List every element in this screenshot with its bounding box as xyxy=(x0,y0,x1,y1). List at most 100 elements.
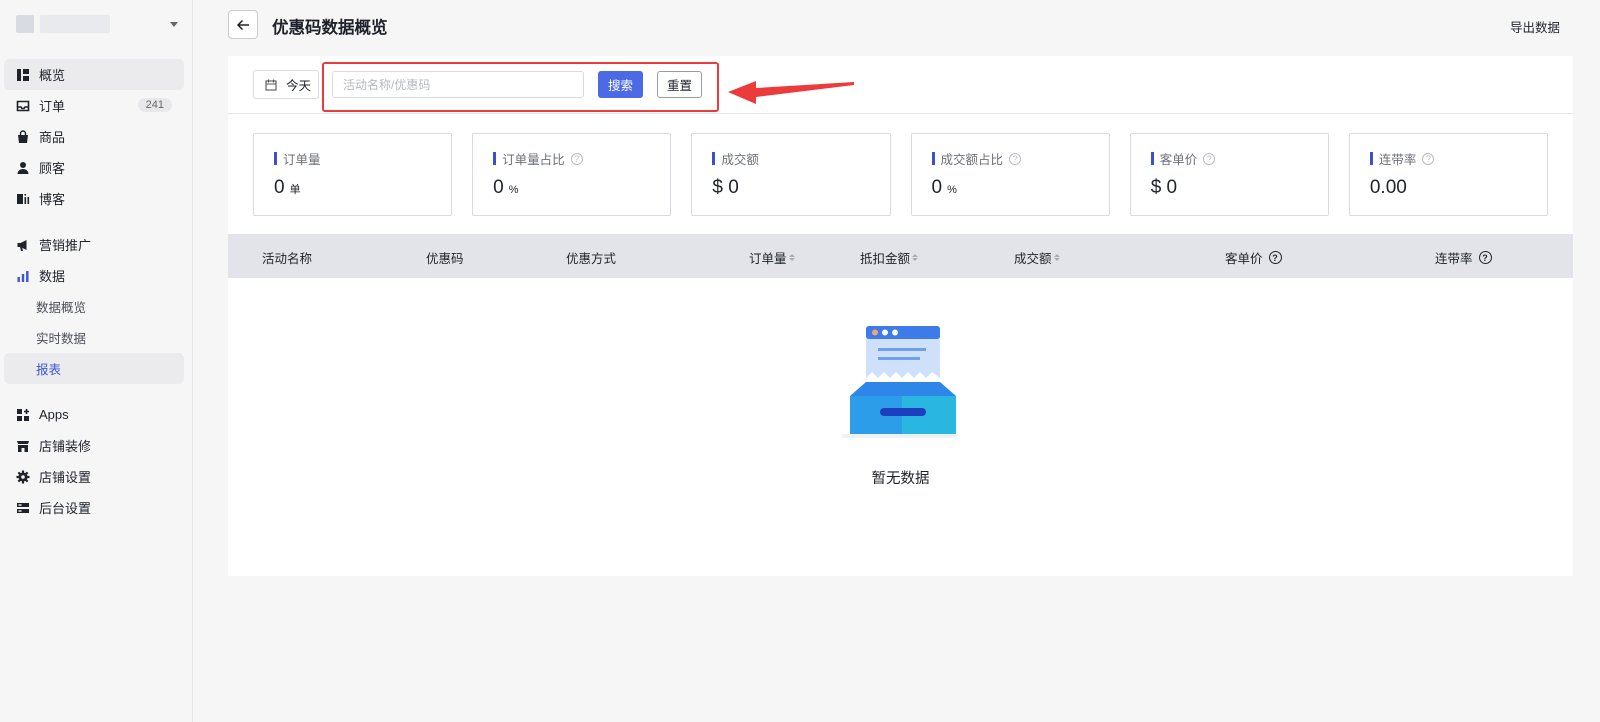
calendar-icon xyxy=(265,79,277,91)
store-name-blurred xyxy=(40,15,110,33)
sidebar-item-store-settings[interactable]: 店铺设置 xyxy=(4,461,184,492)
column-header-label: 成交额 xyxy=(1014,252,1052,266)
empty-box-illustration xyxy=(842,326,958,438)
column-header-label: 客单价 xyxy=(1225,252,1263,266)
stat-label-text: 成交额占比 xyxy=(940,153,1004,167)
stat-value-text: $ 0 xyxy=(712,177,739,198)
stat-accent-bar xyxy=(1369,152,1373,165)
stat-label-text: 订单量 xyxy=(283,153,321,167)
stat-label: 连带率 ? xyxy=(1369,149,1435,168)
sidebar-item-orders[interactable]: 订单 241 xyxy=(4,90,184,121)
sort-icon[interactable] xyxy=(1053,254,1060,261)
column-header-discount-type: 优惠方式 xyxy=(566,248,616,267)
sidebar-item-blog[interactable]: 博客 xyxy=(4,183,184,214)
stat-unit: 单 xyxy=(289,184,301,196)
stat-card-revenue: 成交额 $ 0 xyxy=(691,133,891,216)
bar-chart-icon xyxy=(16,269,30,283)
sidebar-item-label: 概览 xyxy=(39,68,66,83)
back-button[interactable] xyxy=(228,10,258,39)
sidebar-item-label: 营销推广 xyxy=(39,238,92,253)
sidebar-item-label: 订单 xyxy=(39,99,66,114)
stat-label: 客单价 ? xyxy=(1150,149,1216,168)
sort-icon[interactable] xyxy=(912,254,919,261)
stat-label: 订单量 xyxy=(274,149,321,168)
store-icon xyxy=(16,439,30,453)
column-header-label: 活动名称 xyxy=(262,252,313,266)
search-button[interactable]: 搜索 xyxy=(598,71,643,98)
column-header-code: 优惠码 xyxy=(426,248,464,267)
help-icon[interactable]: ? xyxy=(1009,152,1022,165)
stat-unit: % xyxy=(947,184,957,196)
orders-count-badge: 241 xyxy=(137,98,172,112)
stat-card-avg-order-value: 客单价 ? $ 0 xyxy=(1129,133,1329,216)
sidebar-item-store-design[interactable]: 店铺装修 xyxy=(4,430,184,461)
column-header-label: 优惠方式 xyxy=(566,252,617,266)
sort-icon[interactable] xyxy=(788,254,795,261)
sidebar-subitem-label: 实时数据 xyxy=(36,332,87,346)
sidebar-subitem-reports[interactable]: 报表 xyxy=(4,353,184,384)
column-header-campaign: 活动名称 xyxy=(262,248,312,267)
store-switcher[interactable] xyxy=(16,12,178,36)
apps-icon xyxy=(16,408,30,422)
column-header-revenue[interactable]: 成交额 xyxy=(1014,248,1060,267)
stat-value-text: 0 xyxy=(493,177,504,198)
column-header-label: 订单量 xyxy=(749,252,787,266)
help-icon[interactable]: ? xyxy=(1422,152,1435,165)
sidebar-item-label: 店铺设置 xyxy=(39,470,92,485)
sidebar-item-overview[interactable]: 概览 xyxy=(4,59,184,90)
sidebar-item-label: 后台设置 xyxy=(39,501,92,516)
sidebar-item-label: 店铺装修 xyxy=(39,439,92,454)
inbox-icon xyxy=(16,99,30,113)
stats-row: 订单量 0 单 订单量占比 ? 0 % 成交额 $ 0 成交额占比 ? 0 % … xyxy=(253,133,1549,216)
stat-value: 0 单 xyxy=(274,177,301,199)
sidebar-subitem-label: 报表 xyxy=(36,363,62,377)
sidebar-item-customers[interactable]: 顾客 xyxy=(4,152,184,183)
sidebar-item-products[interactable]: 商品 xyxy=(4,121,184,152)
search-input[interactable] xyxy=(332,71,584,98)
bag-icon xyxy=(16,129,30,144)
annotation-arrow-icon xyxy=(728,81,854,104)
column-header-attach-rate: 连带率 ? xyxy=(1435,248,1492,267)
sidebar-item-label: Apps xyxy=(39,407,69,422)
date-picker[interactable]: 今天 xyxy=(253,70,319,99)
sidebar-item-data[interactable]: 数据 xyxy=(4,260,184,291)
reset-button[interactable]: 重置 xyxy=(657,71,702,98)
overview-icon xyxy=(16,68,30,82)
stat-label-text: 连带率 xyxy=(1378,153,1417,167)
export-data-button[interactable]: 导出数据 xyxy=(1510,17,1560,36)
stat-card-revenue-share: 成交额占比 ? 0 % xyxy=(910,133,1110,216)
stat-value: 0.00 xyxy=(1370,177,1412,199)
stat-value-text: 0 xyxy=(274,177,285,198)
date-label: 今天 xyxy=(286,79,312,93)
stat-value-text: $ 0 xyxy=(1150,177,1178,198)
arrow-left-icon xyxy=(236,19,249,30)
page-title: 优惠码数据概览 xyxy=(272,19,388,37)
sidebar-item-admin-settings[interactable]: 后台设置 xyxy=(4,492,184,523)
help-icon[interactable]: ? xyxy=(1478,251,1492,264)
filter-bar: 今天 搜索 重置 xyxy=(228,56,1573,114)
stat-card-order-share: 订单量占比 ? 0 % xyxy=(472,133,672,216)
stat-label: 订单量占比 ? xyxy=(493,149,583,168)
sidebar-item-apps[interactable]: Apps xyxy=(4,399,184,430)
stat-label-text: 客单价 xyxy=(1159,153,1198,167)
store-avatar xyxy=(16,15,34,33)
blog-icon xyxy=(16,192,30,206)
stat-card-orders: 订单量 0 单 xyxy=(253,133,453,216)
stat-accent-bar xyxy=(931,152,935,165)
sidebar-item-marketing[interactable]: 营销推广 xyxy=(4,229,184,260)
column-header-deduction[interactable]: 抵扣金额 xyxy=(860,248,919,267)
help-icon[interactable]: ? xyxy=(570,152,583,165)
sidebar-subitem-label: 数据概览 xyxy=(36,301,87,315)
sidebar-item-label: 数据 xyxy=(39,269,66,284)
sidebar-nav: 概览 订单 241 商品 顾客 博客 营销推广 数据 数据概览 实时数据 报表 … xyxy=(4,59,184,523)
stat-value-text: 0.00 xyxy=(1369,177,1407,198)
server-icon xyxy=(16,501,30,515)
stat-label: 成交额 xyxy=(712,149,759,168)
help-icon[interactable]: ? xyxy=(1203,152,1216,165)
sidebar-subitem-data-overview[interactable]: 数据概览 xyxy=(4,291,184,322)
column-header-orders[interactable]: 订单量 xyxy=(749,248,795,267)
sidebar-subitem-realtime[interactable]: 实时数据 xyxy=(4,322,184,353)
stat-value: 0 % xyxy=(493,177,518,199)
stat-accent-bar xyxy=(712,152,716,165)
help-icon[interactable]: ? xyxy=(1268,251,1282,264)
